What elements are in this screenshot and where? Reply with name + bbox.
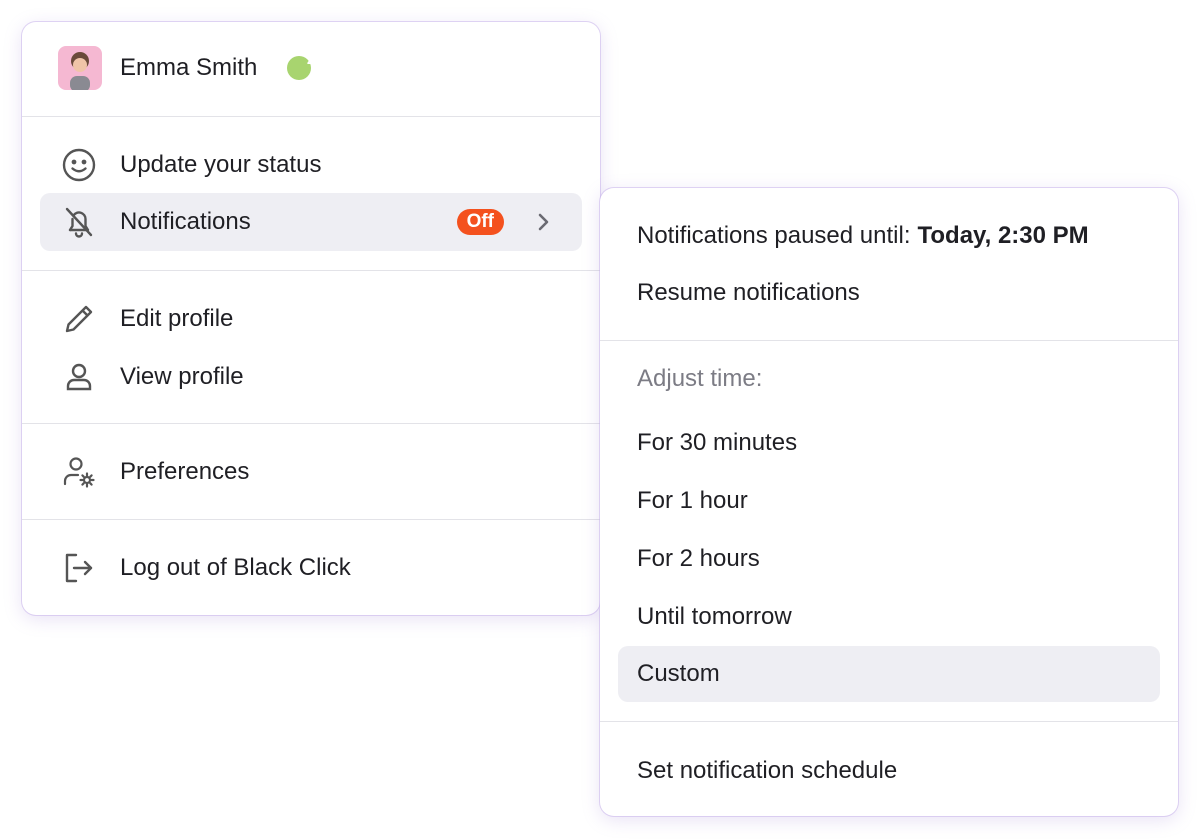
divider bbox=[600, 340, 1178, 341]
smiley-icon bbox=[60, 146, 98, 184]
notifications-submenu: Notifications paused until: Today, 2:30 … bbox=[600, 188, 1178, 816]
profile-menu: Emma Smith z Update your status Notifica… bbox=[22, 22, 600, 615]
notifications-label: Notifications bbox=[120, 208, 251, 235]
option-30-minutes[interactable]: For 30 minutes bbox=[618, 415, 1160, 471]
logout-icon bbox=[60, 549, 98, 587]
notifications-off-badge: Off bbox=[456, 209, 504, 235]
profile-name: Emma Smith bbox=[120, 54, 258, 81]
divider bbox=[22, 519, 600, 520]
sleep-status-icon: z bbox=[287, 52, 313, 80]
edit-profile-item[interactable]: Edit profile bbox=[40, 290, 582, 348]
user-icon bbox=[60, 358, 98, 396]
user-gear-icon bbox=[60, 453, 98, 491]
logout-label: Log out of Black Click bbox=[120, 554, 351, 581]
edit-profile-label: Edit profile bbox=[120, 305, 234, 332]
divider bbox=[22, 423, 600, 424]
preferences-label: Preferences bbox=[120, 458, 250, 485]
set-notification-schedule-item[interactable]: Set notification schedule bbox=[618, 743, 1160, 799]
adjust-time-heading: Adjust time: bbox=[637, 365, 763, 392]
divider bbox=[22, 116, 600, 117]
profile-header: Emma Smith z bbox=[40, 39, 582, 97]
pencil-icon bbox=[60, 300, 98, 338]
avatar bbox=[58, 46, 102, 90]
bell-off-icon bbox=[60, 203, 98, 241]
resume-notifications-item[interactable]: Resume notifications bbox=[618, 265, 1160, 321]
view-profile-item[interactable]: View profile bbox=[40, 348, 582, 406]
option-custom[interactable]: Custom bbox=[618, 646, 1160, 702]
chevron-right-icon bbox=[538, 213, 549, 231]
paused-until-text: Notifications paused until: Today, 2:30 … bbox=[637, 222, 1089, 249]
logout-item[interactable]: Log out of Black Click bbox=[40, 539, 582, 597]
divider bbox=[22, 270, 600, 271]
update-status-label: Update your status bbox=[120, 151, 322, 178]
update-status-item[interactable]: Update your status bbox=[40, 136, 582, 194]
view-profile-label: View profile bbox=[120, 363, 244, 390]
paused-until-time: Today, 2:30 PM bbox=[917, 222, 1089, 249]
option-until-tomorrow[interactable]: Until tomorrow bbox=[618, 589, 1160, 645]
option-2-hours[interactable]: For 2 hours bbox=[618, 531, 1160, 587]
divider bbox=[600, 721, 1178, 722]
option-1-hour[interactable]: For 1 hour bbox=[618, 473, 1160, 529]
preferences-item[interactable]: Preferences bbox=[40, 443, 582, 501]
notifications-item[interactable]: Notifications Off bbox=[40, 193, 582, 251]
